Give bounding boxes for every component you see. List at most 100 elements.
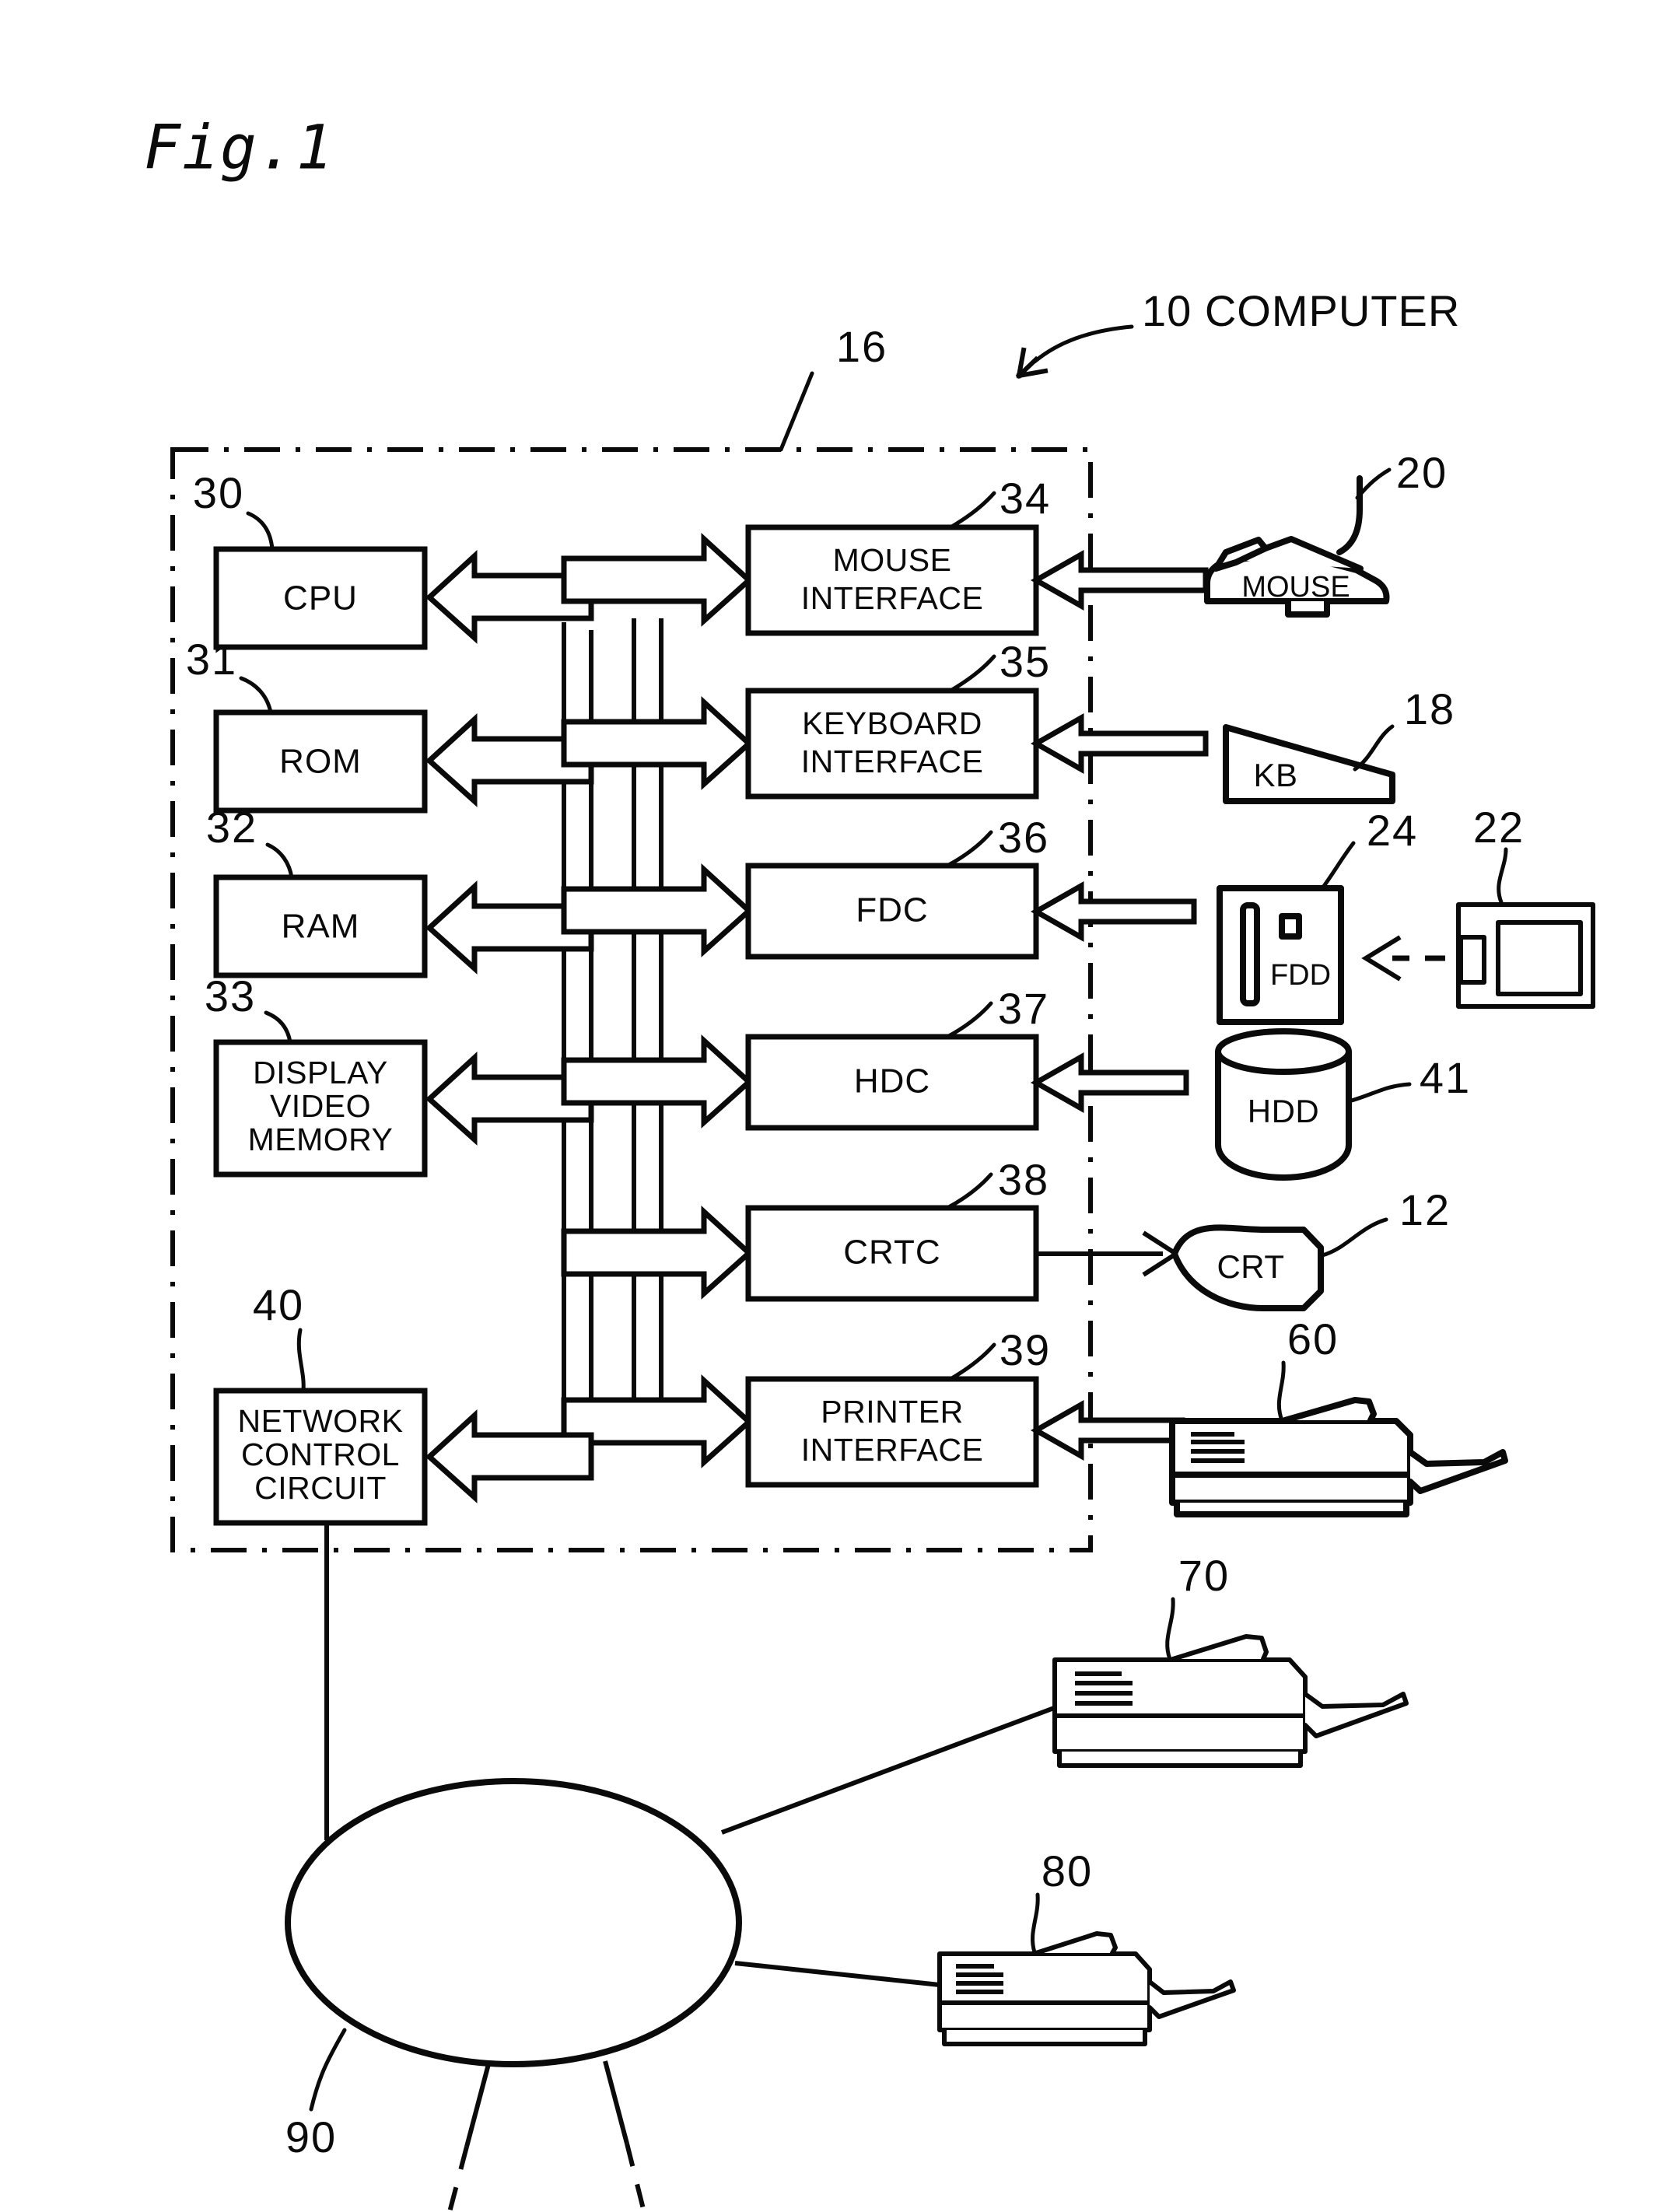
computer-callout: 10 COMPUTER: [1015, 286, 1459, 380]
block-fdc-label: FDC: [856, 891, 928, 929]
block-ram-ref-leader: [265, 842, 294, 880]
block-cpu-ref: 30: [193, 468, 244, 517]
conn-arrow-printer60: [1030, 1399, 1185, 1461]
block-fdc-ref-leader: [945, 830, 993, 868]
block-network-control-circuit-line1: NETWORK: [237, 1403, 403, 1439]
device-printer-60-base: [1174, 1500, 1409, 1517]
network-leg-1-solid: [464, 2063, 491, 2147]
network-leg-2-solid: [603, 2060, 629, 2144]
block-display-video-memory-ref-leader: [264, 1010, 292, 1045]
block-display-video-memory-ref: 33: [205, 971, 256, 1020]
conn-arrow-fdd: [1030, 880, 1197, 943]
network-leg-1-dash: [447, 2146, 469, 2212]
block-keyboard-interface-line1: KEYBOARD: [802, 705, 982, 741]
block-hdc[interactable]: HDC 37: [745, 984, 1049, 1131]
block-printer-interface-line1: PRINTER: [821, 1394, 963, 1430]
computer-callout-arrowhead: [1015, 347, 1049, 380]
block-mouse-interface-line1: MOUSE: [833, 542, 952, 578]
device-printer-80-ref: 80: [1042, 1846, 1093, 1895]
block-rom-ref-leader: [239, 676, 273, 715]
block-ram[interactable]: RAM 32: [206, 803, 428, 978]
device-floppy-disk-shutter: [1458, 935, 1486, 985]
device-fdd-ref-leader: [1320, 841, 1356, 891]
block-hdc-ref: 37: [998, 984, 1049, 1033]
device-keyboard-ref-leader: [1353, 724, 1395, 772]
device-mouse-label: MOUSE: [1241, 571, 1350, 604]
block-printer-interface[interactable]: PRINTER INTERFACE 39: [745, 1325, 1051, 1488]
device-fdd-slot: [1240, 902, 1260, 1006]
block-ram-label: RAM: [282, 908, 360, 946]
device-mouse[interactable]: MOUSE 20: [1204, 448, 1448, 618]
network-leg-2-dash: [625, 2143, 646, 2212]
device-floppy-disk-ref-leader: [1497, 847, 1508, 905]
block-keyboard-interface-line2: INTERFACE: [801, 744, 984, 779]
block-hdc-label: HDC: [854, 1062, 930, 1101]
device-printer-80[interactable]: 80: [937, 1846, 1236, 2046]
block-rom-label: ROM: [279, 743, 362, 781]
device-crt-ref-leader: [1320, 1217, 1388, 1258]
block-printer-interface-ref: 39: [1000, 1325, 1051, 1374]
device-hdd-top: [1215, 1028, 1352, 1075]
block-network-control-circuit-line3: CIRCUIT: [254, 1470, 387, 1506]
device-printer-80-output-tray: [1147, 1979, 1236, 2019]
device-hdd-ref-leader: [1346, 1082, 1412, 1104]
device-hdd[interactable]: HDD 41: [1215, 1028, 1471, 1181]
block-cpu[interactable]: CPU 30: [193, 468, 428, 650]
device-crt-ref: 12: [1399, 1185, 1451, 1234]
device-fdd[interactable]: FDD 24: [1217, 806, 1418, 1025]
block-crtc-ref-leader: [945, 1172, 993, 1210]
device-printer-70-output-tray: [1303, 1692, 1409, 1738]
device-hdd-label: HDD: [1248, 1093, 1320, 1129]
device-printer-70[interactable]: 70: [1052, 1551, 1409, 1768]
block-printer-interface-ref-leader: [948, 1342, 996, 1381]
network-section: 90: [285, 1523, 1056, 2212]
block-keyboard-interface-ref-leader: [948, 654, 996, 693]
device-hdd-ref: 41: [1420, 1053, 1471, 1102]
device-printer-80-ref-leader: [1031, 1892, 1040, 1955]
block-fdc[interactable]: FDC 36: [745, 813, 1049, 960]
device-printer-60-ref: 60: [1287, 1314, 1339, 1363]
block-network-control-circuit-line2: CONTROL: [241, 1437, 400, 1472]
device-printer-60-ref-leader: [1276, 1360, 1286, 1423]
conn-arrow-keyboard: [1030, 712, 1209, 775]
device-keyboard-body[interactable]: [1223, 724, 1395, 804]
device-printer-60-output-tray: [1407, 1449, 1508, 1494]
block-crtc-ref: 38: [998, 1155, 1049, 1204]
device-floppy-disk-label-area: [1496, 920, 1583, 996]
enclosure-ref-leader: [779, 371, 814, 452]
block-keyboard-interface-ref: 35: [1000, 637, 1051, 686]
block-mouse-interface-ref: 34: [1000, 474, 1051, 523]
patent-figure-sheet: Fig.1 10 COMPUTER 16 CPU 30 ROM 31 RAM 3…: [0, 0, 1663, 2212]
block-display-video-memory[interactable]: DISPLAY VIDEO MEMORY 33: [205, 971, 428, 1178]
device-crt[interactable]: CRT 12: [1171, 1185, 1451, 1311]
network-link-printer70: [720, 1706, 1056, 1835]
conn-arrow-mouse: [1030, 549, 1209, 611]
block-printer-interface-line2: INTERFACE: [801, 1432, 984, 1468]
block-crtc-label: CRTC: [843, 1234, 940, 1272]
device-keyboard-ref: 18: [1404, 684, 1455, 733]
device-fdd-body[interactable]: [1217, 885, 1344, 1025]
block-cpu-ref-leader: [246, 511, 275, 551]
device-crt-label: CRT: [1217, 1248, 1284, 1285]
device-printer-60[interactable]: 60: [1169, 1314, 1508, 1517]
network-ref-leader: [309, 2028, 347, 2112]
enclosure-ref-number: 16: [836, 322, 888, 371]
device-printer-70-ref-leader: [1165, 1597, 1175, 1661]
block-keyboard-interface[interactable]: KEYBOARD INTERFACE 35: [745, 637, 1051, 800]
computer-callout-leader: [1032, 324, 1134, 364]
device-keyboard-label: KB: [1253, 757, 1297, 793]
device-fdd-ref: 24: [1367, 806, 1418, 855]
device-printer-70-paper-tray: [1171, 1634, 1269, 1661]
system-bus: [425, 533, 754, 1503]
block-rom-ref: 31: [186, 635, 237, 684]
block-network-control-circuit[interactable]: NETWORK CONTROL CIRCUIT 40: [213, 1280, 428, 1526]
block-rom[interactable]: ROM 31: [186, 635, 428, 814]
block-display-video-memory-line3: MEMORY: [248, 1122, 394, 1157]
network-cloud[interactable]: [285, 1778, 742, 2067]
device-printer-80-base: [942, 2028, 1147, 2046]
block-mouse-interface[interactable]: MOUSE INTERFACE 34: [745, 474, 1051, 636]
block-network-control-circuit-ref-leader: [296, 1328, 306, 1393]
block-crtc[interactable]: CRTC 38: [745, 1155, 1049, 1302]
device-keyboard[interactable]: KB 18: [1223, 684, 1455, 804]
device-printer-60-paper-tray: [1282, 1397, 1377, 1423]
